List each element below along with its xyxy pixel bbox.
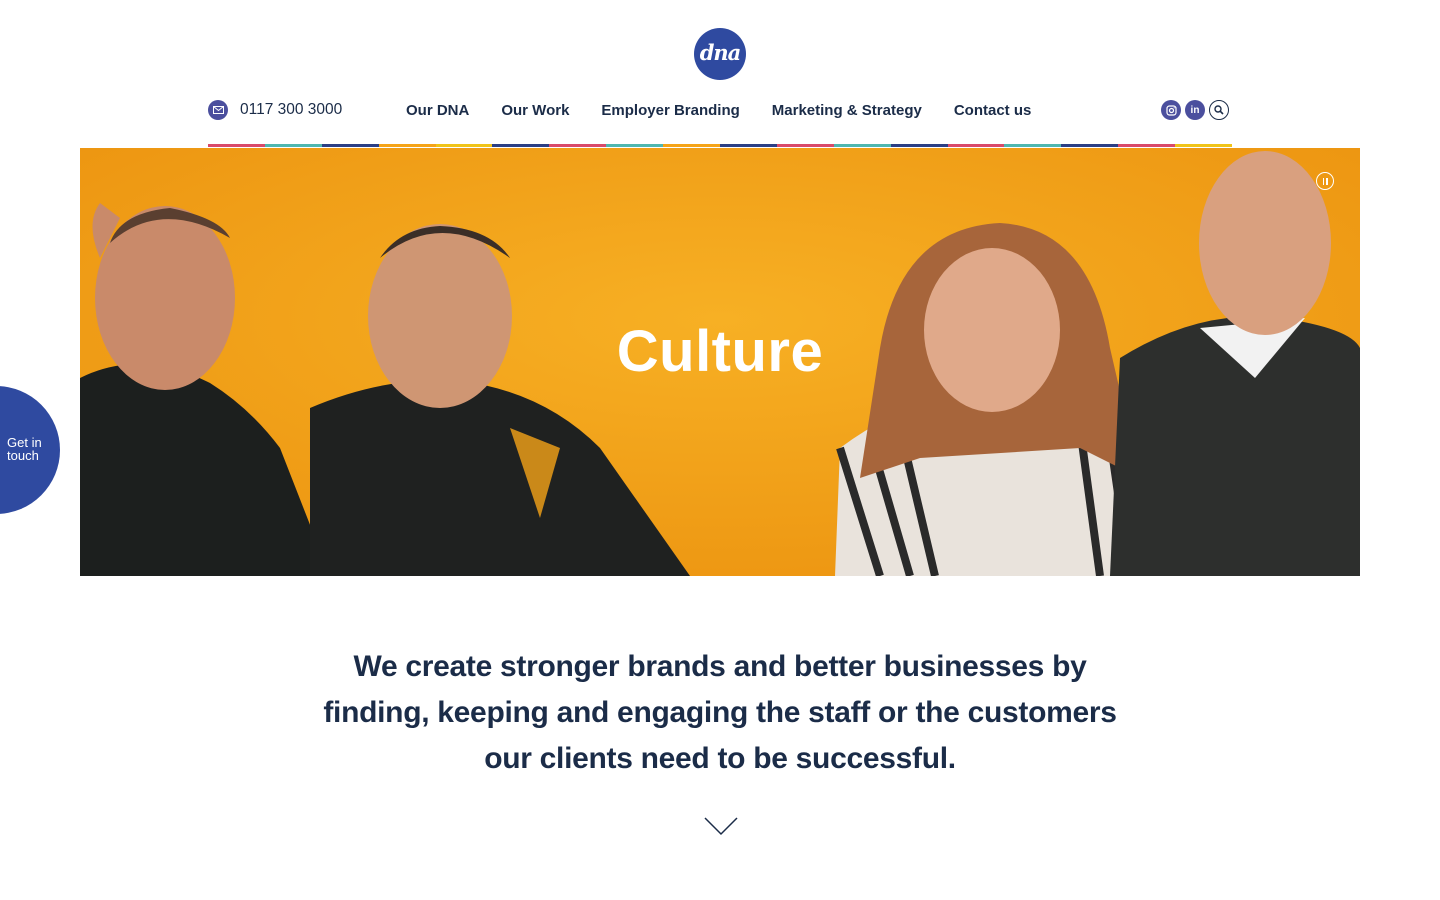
main-nav: Our DNA Our Work Employer Branding Marke… xyxy=(406,100,1031,120)
strip-segment xyxy=(378,144,436,147)
strip-segment xyxy=(1175,144,1233,147)
get-in-touch-button[interactable]: Get in touch xyxy=(0,386,60,514)
strip-segment xyxy=(1118,144,1176,147)
nav-employer-branding[interactable]: Employer Branding xyxy=(601,102,739,119)
strip-segment xyxy=(663,144,721,147)
nav-contact-us[interactable]: Contact us xyxy=(954,102,1032,119)
hero-title: Culture xyxy=(616,319,824,384)
strip-segment xyxy=(549,144,607,147)
get-in-touch-label: Get in touch xyxy=(7,435,42,463)
strip-segment xyxy=(1004,144,1062,147)
phone-link[interactable]: 0117 300 3000 xyxy=(208,100,342,120)
mail-icon xyxy=(208,100,228,120)
pause-icon[interactable] xyxy=(1316,172,1334,190)
strip-segment xyxy=(776,144,834,147)
strip-segment xyxy=(264,144,322,147)
page: dna 0117 300 3000 Our DNA Our Work Emplo… xyxy=(0,0,1440,900)
search-icon[interactable] xyxy=(1209,100,1229,120)
strip-segment xyxy=(606,144,664,147)
nav-our-dna[interactable]: Our DNA xyxy=(406,102,469,119)
chevron-down-icon[interactable] xyxy=(704,816,738,836)
strip-segment xyxy=(321,144,379,147)
strip-segment xyxy=(208,144,265,147)
strip-segment xyxy=(833,144,891,147)
colour-strip xyxy=(208,144,1233,147)
dna-logo[interactable]: dna xyxy=(694,28,746,80)
strip-segment xyxy=(947,144,1005,147)
social-links: in xyxy=(1161,100,1229,120)
linkedin-icon[interactable]: in xyxy=(1185,100,1205,120)
nav-marketing-strategy[interactable]: Marketing & Strategy xyxy=(772,102,922,119)
nav-our-work[interactable]: Our Work xyxy=(501,102,569,119)
strip-segment xyxy=(720,144,777,147)
strip-segment xyxy=(492,144,550,147)
strip-segment xyxy=(890,144,948,147)
strip-segment xyxy=(435,144,493,147)
tagline: We create stronger brands and better bus… xyxy=(323,650,1117,775)
instagram-icon[interactable] xyxy=(1161,100,1181,120)
phone-number: 0117 300 3000 xyxy=(240,101,343,118)
hero-banner: Culture xyxy=(80,148,1360,576)
strip-segment xyxy=(1061,144,1119,147)
